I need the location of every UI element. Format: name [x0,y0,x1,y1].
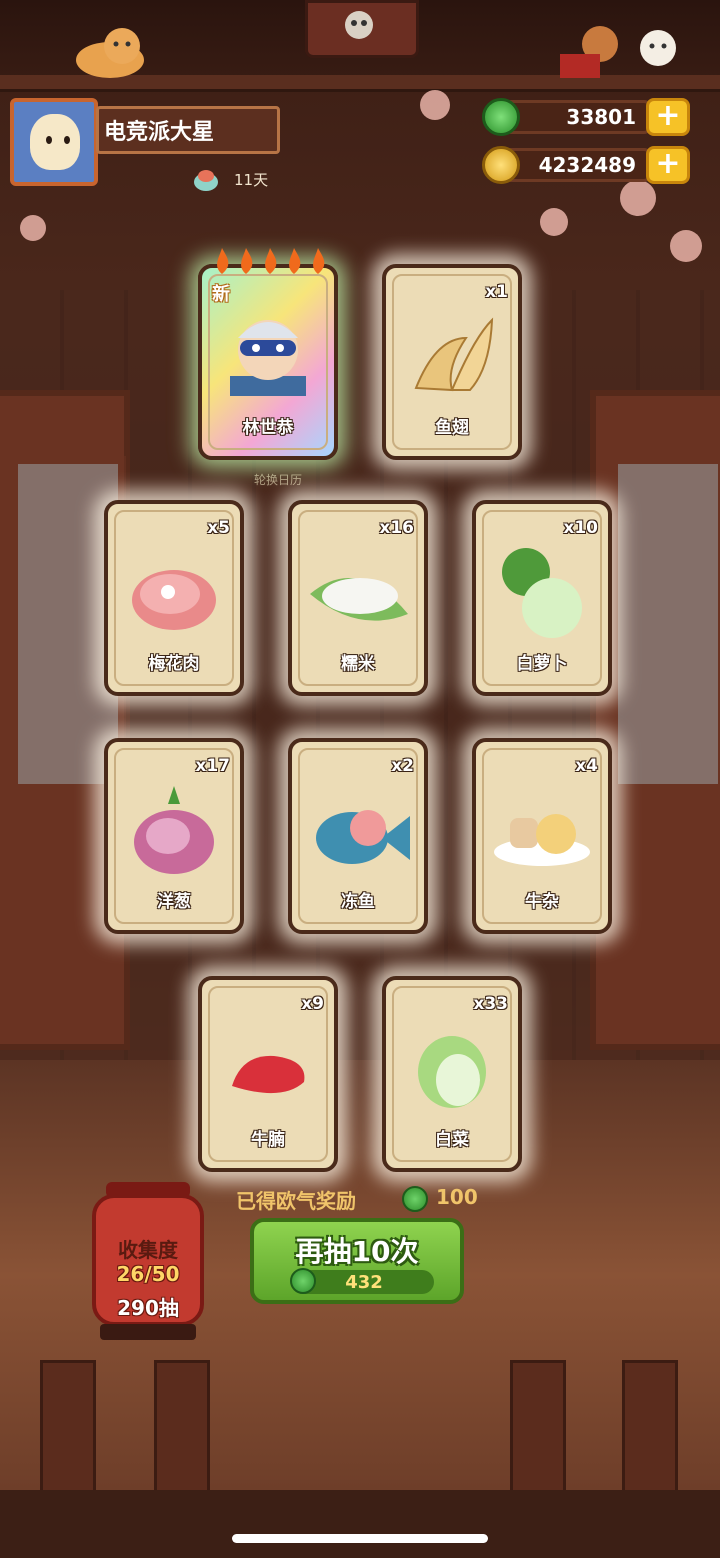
characters-figure-icon [560,26,676,78]
gold-coin-icon [482,146,520,184]
brisket-icon [232,1055,305,1094]
jade-coin-icon [290,1268,316,1294]
chef-character-icon [230,320,306,396]
reward-value: 100 [436,1185,478,1209]
draw-again-button[interactable]: 再抽10次 432 [250,1218,464,1304]
jade-currency: 33801 + [482,96,690,138]
rarity-flames-icon [217,248,325,274]
gold-currency: 4232489 + [482,144,690,186]
calendar-egg-icon [194,170,218,191]
login-days: 11天 [234,171,269,189]
jade-coin-icon [402,1186,428,1212]
draw-cost: 432 [345,1272,383,1293]
new-tag: 新 [212,284,230,305]
rotation-calendar-text: 轮换日历 [254,473,303,487]
hanging-scroll [305,0,419,58]
railing-post [622,1360,678,1510]
cabbage-icon [418,1036,486,1108]
frozen-fish-icon [316,810,410,864]
right-door [590,390,720,1050]
collection-draws: 290抽 [117,1296,179,1320]
railing-post [154,1360,210,1510]
radish-icon [502,548,582,638]
left-door [0,390,130,1050]
collection-lantern[interactable]: 收集度 26/50 290抽 [92,1182,204,1342]
onion-icon [134,786,214,874]
add-gold-button[interactable]: + [646,146,690,184]
reward-label: 已得欧气奖励 [236,1189,356,1213]
player-avatar[interactable] [10,98,98,186]
player-name: 电竞派大星 [104,120,215,145]
blossom-decor [420,90,450,120]
beef-offal-icon [494,814,590,866]
gacha-result-screen: 电竞派大星 11天 33801 + 4232489 + 轮换日历 林世恭 新 x… [0,0,720,1558]
blossom-decor [540,208,568,236]
railing-post [40,1360,96,1510]
rice-icon [310,578,408,621]
bottom-bar [0,1490,720,1558]
railing-post [510,1360,566,1510]
home-indicator[interactable] [232,1534,488,1543]
pork-icon [132,570,216,630]
blossom-decor [670,230,702,262]
cat-figure-icon [76,28,144,78]
jade-coin-icon [482,98,520,136]
collection-progress: 26/50 [116,1262,180,1286]
blossom-decor [20,215,46,241]
collection-title: 收集度 [118,1238,178,1262]
shark-fin-icon [414,317,494,392]
add-jade-button[interactable]: + [646,98,690,136]
